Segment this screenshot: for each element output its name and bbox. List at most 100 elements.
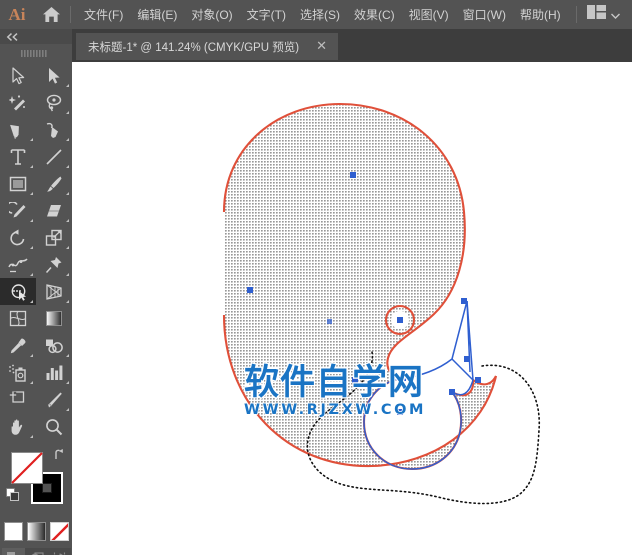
magic-wand-tool[interactable] — [0, 89, 36, 116]
menu-edit[interactable]: 编辑(E) — [130, 0, 184, 29]
menu-window[interactable]: 窗口(W) — [456, 0, 513, 29]
menubar-divider — [70, 6, 71, 23]
artboard-tool[interactable] — [0, 386, 36, 413]
color-mode-row — [0, 522, 72, 541]
menu-select[interactable]: 选择(S) — [293, 0, 347, 29]
gradient-tool[interactable] — [36, 305, 72, 332]
flyout-indicator-icon — [30, 273, 33, 276]
menu-type[interactable]: 文字(T) — [240, 0, 293, 29]
artwork-layer — [222, 102, 541, 505]
anchor-point — [400, 375, 406, 381]
direct-selection-tool[interactable] — [36, 62, 72, 89]
color-mode-gradient[interactable] — [26, 522, 46, 541]
default-fill-stroke-icon[interactable] — [6, 488, 20, 507]
line-segment-tool[interactable] — [36, 143, 72, 170]
drag-grip-icon[interactable] — [0, 44, 72, 62]
flyout-indicator-icon — [66, 408, 69, 411]
swap-fill-stroke-icon[interactable] — [53, 448, 67, 467]
workspace-layout-icon — [587, 5, 606, 24]
menu-bar: Ai 文件(F) 编辑(E) 对象(O) 文字(T) 选择(S) 效果(C) 视… — [0, 0, 632, 29]
color-mode-flat[interactable] — [3, 522, 23, 541]
document-tab[interactable]: 未标题-1* @ 141.24% (CMYK/GPU 预览) ✕ — [76, 33, 338, 60]
flyout-indicator-icon — [66, 246, 69, 249]
anchor-point — [247, 287, 253, 293]
paintbrush-tool[interactable] — [36, 170, 72, 197]
type-tool[interactable] — [0, 143, 36, 170]
slice-knife-icon[interactable] — [36, 386, 72, 413]
tool-grid — [0, 62, 72, 440]
mesh-tool[interactable] — [0, 305, 36, 332]
hand-tool[interactable] — [0, 413, 36, 440]
color-mode-none[interactable] — [49, 522, 69, 541]
flyout-indicator-icon — [30, 381, 33, 384]
anchor-point — [461, 298, 467, 304]
menu-effect[interactable]: 效果(C) — [347, 0, 402, 29]
flyout-indicator-icon — [30, 300, 33, 303]
menubar-right-group — [574, 0, 632, 29]
anchor-point — [449, 389, 455, 395]
flyout-indicator-icon — [30, 165, 33, 168]
lasso-tool[interactable] — [36, 89, 72, 116]
flyout-indicator-icon — [66, 273, 69, 276]
bar-chart-icon[interactable] — [36, 359, 72, 386]
menubar-divider-right — [576, 6, 577, 23]
flyout-indicator-icon — [66, 192, 69, 195]
flyout-indicator-icon — [66, 219, 69, 222]
shaper-pencil-tool[interactable] — [0, 197, 36, 224]
width-warp-tool[interactable] — [0, 251, 36, 278]
draw-mode-row — [0, 548, 72, 555]
fill-stroke-controls — [0, 446, 72, 518]
artboard-canvas[interactable]: 软件自学网 WWW.RJZXW.COM — [72, 62, 632, 555]
flyout-indicator-icon — [30, 435, 33, 438]
menu-file[interactable]: 文件(F) — [77, 0, 130, 29]
shape-builder-tool[interactable] — [0, 278, 36, 305]
flyout-indicator-icon — [66, 354, 69, 357]
rectangle-tool[interactable] — [0, 170, 36, 197]
anchor-point — [350, 172, 356, 178]
app-logo: Ai — [8, 4, 26, 24]
menu-items: 文件(F) 编辑(E) 对象(O) 文字(T) 选择(S) 效果(C) 视图(V… — [77, 0, 568, 29]
curvature-tool[interactable] — [36, 116, 72, 143]
scale-tool[interactable] — [36, 224, 72, 251]
menu-view[interactable]: 视图(V) — [402, 0, 456, 29]
flyout-indicator-icon — [66, 300, 69, 303]
pen-tool[interactable] — [0, 116, 36, 143]
symbol-sprayer-tool[interactable] — [0, 359, 36, 386]
draw-inside-mode[interactable] — [47, 548, 71, 555]
rotate-tool[interactable] — [0, 224, 36, 251]
tools-panel — [0, 29, 72, 555]
flyout-indicator-icon — [30, 354, 33, 357]
eyedropper-tool[interactable] — [0, 332, 36, 359]
flyout-indicator-icon — [66, 165, 69, 168]
stroke-swatch-hole — [42, 483, 52, 493]
anchor-point-center — [327, 319, 332, 324]
draw-behind-mode[interactable] — [24, 548, 48, 555]
eraser-tool[interactable] — [36, 197, 72, 224]
workspace-switcher[interactable] — [583, 0, 624, 29]
draw-normal-mode[interactable] — [1, 548, 25, 555]
fill-swatch[interactable] — [11, 452, 43, 484]
close-icon[interactable]: ✕ — [313, 39, 330, 54]
perspective-grid-tool[interactable] — [36, 278, 72, 305]
halftone-fill-region — [224, 104, 496, 469]
flyout-indicator-icon — [30, 219, 33, 222]
chevron-down-icon — [611, 6, 620, 24]
menu-help[interactable]: 帮助(H) — [513, 0, 568, 29]
flyout-indicator-icon — [66, 381, 69, 384]
anchor-point — [464, 356, 470, 362]
pushpin-icon[interactable] — [36, 251, 72, 278]
document-tab-title: 未标题-1* @ 141.24% (CMYK/GPU 预览) — [88, 41, 300, 54]
flyout-indicator-icon — [66, 111, 69, 114]
double-chevron-left-icon[interactable] — [0, 29, 72, 44]
home-icon[interactable] — [34, 0, 68, 29]
flyout-indicator-icon — [30, 192, 33, 195]
anchor-point — [397, 317, 403, 323]
selection-tool[interactable] — [0, 62, 36, 89]
flyout-indicator-icon — [66, 84, 69, 87]
blend-tool[interactable] — [36, 332, 72, 359]
magnifier-icon[interactable] — [36, 413, 72, 440]
flyout-indicator-icon — [30, 246, 33, 249]
flyout-indicator-icon — [30, 138, 33, 141]
menu-object[interactable]: 对象(O) — [184, 0, 239, 29]
illustrator-window: Ai 文件(F) 编辑(E) 对象(O) 文字(T) 选择(S) 效果(C) 视… — [0, 0, 632, 555]
